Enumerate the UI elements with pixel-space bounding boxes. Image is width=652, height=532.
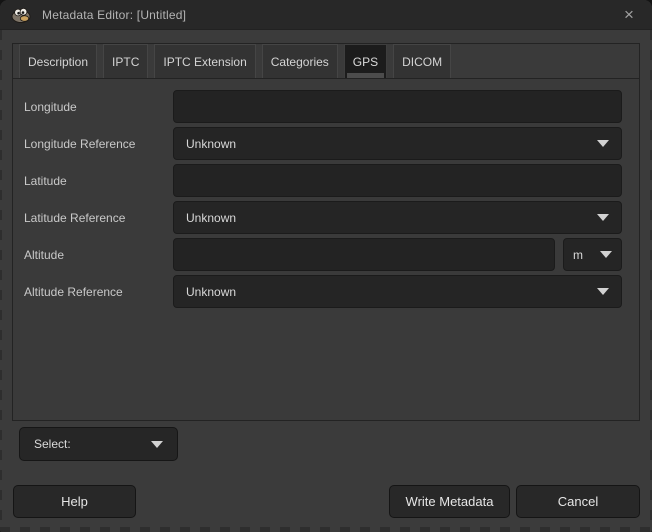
altitude-reference-label: Altitude Reference	[24, 285, 173, 299]
longitude-label: Longitude	[24, 100, 173, 114]
chevron-down-icon	[151, 441, 163, 448]
window-resize-edge-bottom[interactable]	[0, 527, 652, 532]
cancel-button[interactable]: Cancel	[516, 485, 640, 518]
longitude-input[interactable]	[173, 90, 622, 123]
form-row-latitude-reference: Latitude Reference Unknown	[24, 201, 622, 234]
chevron-down-icon	[600, 251, 612, 258]
chevron-down-icon	[597, 288, 609, 295]
help-button[interactable]: Help	[13, 485, 136, 518]
longitude-reference-label: Longitude Reference	[24, 137, 173, 151]
latitude-input[interactable]	[173, 164, 622, 197]
titlebar: Metadata Editor: [Untitled] ×	[0, 0, 652, 30]
tab-iptc-extension[interactable]: IPTC Extension	[154, 44, 255, 78]
window-title: Metadata Editor: [Untitled]	[42, 8, 186, 22]
write-metadata-button[interactable]: Write Metadata	[389, 485, 510, 518]
latitude-reference-dropdown[interactable]: Unknown	[173, 201, 622, 234]
altitude-input[interactable]	[173, 238, 555, 271]
form-row-altitude-reference: Altitude Reference Unknown	[24, 275, 622, 308]
form-row-latitude: Latitude	[24, 164, 622, 197]
gimp-wilber-icon	[10, 6, 32, 24]
window-resize-edge-left[interactable]	[0, 30, 2, 527]
form-row-longitude: Longitude	[24, 90, 622, 123]
latitude-label: Latitude	[24, 174, 173, 188]
tab-strip: Description IPTC IPTC Extension Categori…	[13, 44, 639, 79]
select-menu-dropdown[interactable]: Select:	[19, 427, 178, 461]
altitude-unit-value: m	[573, 248, 583, 262]
altitude-unit-dropdown[interactable]: m	[563, 238, 622, 271]
metadata-editor-dialog: Metadata Editor: [Untitled] × Descriptio…	[0, 0, 652, 532]
chevron-down-icon	[597, 140, 609, 147]
form-row-longitude-reference: Longitude Reference Unknown	[24, 127, 622, 160]
latitude-reference-value: Unknown	[186, 211, 236, 225]
tab-gps[interactable]: GPS	[344, 44, 387, 78]
select-menu-label: Select:	[34, 437, 71, 451]
gps-form: Longitude Longitude Reference Unknown La…	[13, 79, 639, 308]
altitude-label: Altitude	[24, 248, 173, 262]
tab-description[interactable]: Description	[19, 44, 97, 78]
form-row-altitude: Altitude m	[24, 238, 622, 271]
close-icon[interactable]: ×	[616, 3, 642, 27]
tab-iptc[interactable]: IPTC	[103, 44, 148, 78]
longitude-reference-value: Unknown	[186, 137, 236, 151]
tab-categories[interactable]: Categories	[262, 44, 338, 78]
latitude-reference-label: Latitude Reference	[24, 211, 173, 225]
longitude-reference-dropdown[interactable]: Unknown	[173, 127, 622, 160]
chevron-down-icon	[597, 214, 609, 221]
metadata-notebook: Description IPTC IPTC Extension Categori…	[12, 43, 640, 421]
altitude-reference-dropdown[interactable]: Unknown	[173, 275, 622, 308]
tab-dicom[interactable]: DICOM	[393, 44, 451, 78]
altitude-reference-value: Unknown	[186, 285, 236, 299]
